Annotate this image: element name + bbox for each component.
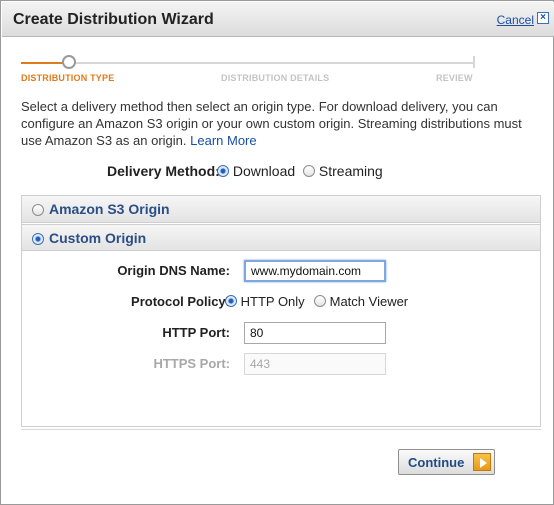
- cancel-link[interactable]: Cancel: [497, 13, 534, 27]
- http-port-label: HTTP Port:: [162, 325, 230, 340]
- continue-label: Continue: [408, 455, 465, 470]
- create-distribution-dialog: Create Distribution Wizard Cancel × DIST…: [0, 0, 554, 505]
- wizard-stepper: DISTRIBUTION TYPE DISTRIBUTION DETAILS R…: [1, 37, 554, 87]
- step-distribution-details: DISTRIBUTION DETAILS: [221, 73, 330, 83]
- delivery-download-label: Download: [232, 163, 296, 179]
- dialog-titlebar: Create Distribution Wizard Cancel ×: [2, 2, 554, 37]
- delivery-option-download[interactable]: Download: [217, 163, 295, 179]
- progress-line-complete: [21, 62, 65, 64]
- protocol-match-viewer-label: Match Viewer: [329, 294, 409, 309]
- https-port-input: [244, 353, 386, 375]
- radio-unselected-icon[interactable]: [314, 295, 326, 307]
- origin-dns-label: Origin DNS Name:: [117, 263, 230, 278]
- radio-unselected-icon[interactable]: [32, 204, 44, 216]
- radio-selected-icon[interactable]: [225, 295, 237, 307]
- continue-button[interactable]: Continue: [398, 449, 495, 475]
- close-icon[interactable]: ×: [537, 12, 549, 24]
- step-distribution-type: DISTRIBUTION TYPE: [21, 73, 115, 83]
- progress-line-remaining: [75, 62, 475, 64]
- delivery-method-label: Delivery Method:: [107, 163, 220, 179]
- custom-origin-header[interactable]: Custom Origin: [22, 224, 540, 251]
- http-port-input[interactable]: [244, 322, 386, 344]
- arrow-right-icon: [473, 453, 491, 471]
- protocol-option-http-only[interactable]: HTTP Only: [225, 294, 305, 309]
- amazon-s3-origin-header[interactable]: Amazon S3 Origin: [22, 196, 540, 223]
- step-review: REVIEW: [436, 73, 473, 83]
- footer-divider: [21, 429, 541, 430]
- amazon-s3-origin-label: Amazon S3 Origin: [49, 201, 170, 217]
- protocol-option-match-viewer[interactable]: Match Viewer: [314, 294, 408, 309]
- learn-more-link[interactable]: Learn More: [190, 133, 256, 148]
- origin-panel: Amazon S3 Origin Custom Origin Origin DN…: [21, 195, 541, 427]
- protocol-policy-label: Protocol Policy:: [131, 294, 230, 309]
- radio-selected-icon[interactable]: [217, 165, 229, 177]
- intro-text: Select a delivery method then select an …: [21, 98, 541, 149]
- radio-selected-icon[interactable]: [32, 233, 44, 245]
- delivery-streaming-label: Streaming: [318, 163, 383, 179]
- delivery-option-streaming[interactable]: Streaming: [303, 163, 383, 179]
- dialog-title: Create Distribution Wizard: [13, 11, 214, 28]
- step-end-marker: [473, 56, 475, 68]
- https-port-label: HTTPS Port:: [153, 356, 230, 371]
- origin-dns-input[interactable]: [244, 260, 386, 282]
- custom-origin-label: Custom Origin: [49, 230, 147, 246]
- current-step-marker: [62, 55, 76, 69]
- radio-unselected-icon[interactable]: [303, 165, 315, 177]
- delivery-method-row: Delivery Method: Download Streaming: [1, 161, 554, 183]
- protocol-http-only-label: HTTP Only: [240, 294, 305, 309]
- intro-description: Select a delivery method then select an …: [21, 99, 522, 148]
